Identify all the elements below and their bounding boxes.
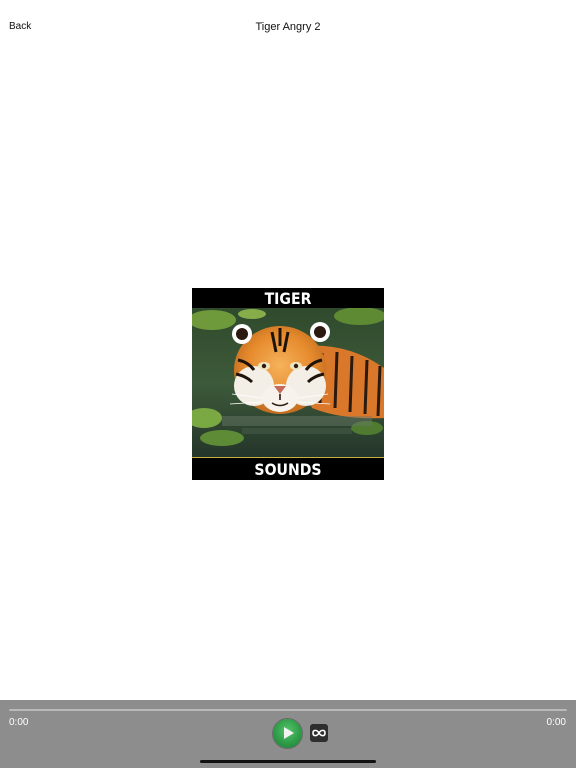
page-title: Tiger Angry 2 [255,21,321,33]
play-icon [284,727,294,739]
tiger-photo [192,308,384,457]
total-time: 0:00 [546,717,566,728]
album-artwork: TIGER SOUNDS [192,288,384,480]
current-time: 0:00 [9,717,29,728]
progress-slider[interactable] [9,709,567,711]
artwork-bottom-text: SOUNDS [203,458,373,480]
navigation-bar: Back Tiger Angry 2 [0,0,576,56]
home-indicator [200,760,376,763]
play-button[interactable] [273,719,302,748]
audio-player-bar: 0:00 0:00 [0,700,576,768]
infinity-loop-icon [312,729,326,737]
artwork-top-text: TIGER [203,288,373,308]
loop-button[interactable] [310,724,328,742]
screen: Back Tiger Angry 2 TIGER SOUNDS 0:00 0:0… [0,0,576,768]
